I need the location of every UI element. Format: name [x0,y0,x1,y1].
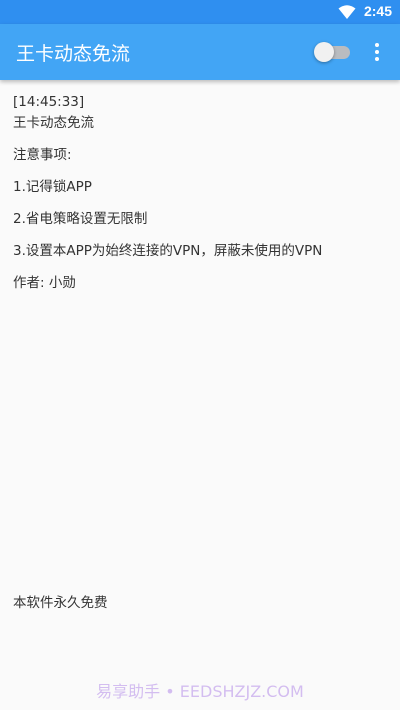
note-3: 3.设置本APP为始终连接的VPN，屏蔽未使用的VPN [13,243,323,259]
status-bar: 2:45 [0,0,400,24]
author-line: 作者: 小勋 [13,275,76,291]
more-vert-icon[interactable] [366,40,388,64]
log-timestamp: [14:45:33] [13,94,85,110]
vpn-toggle[interactable] [314,41,352,63]
app-bar: 王卡动态免流 [0,24,400,80]
notice-heading: 注意事项: [13,147,72,163]
note-1: 1.记得锁APP [13,179,92,195]
log-app-name: 王卡动态免流 [13,115,94,131]
wifi-icon [338,5,356,19]
toggle-thumb [314,42,334,62]
watermark: 易享助手 • EEDSHZJZ.COM [96,682,304,701]
status-time: 2:45 [363,3,392,19]
app-title: 王卡动态免流 [16,43,131,65]
free-notice: 本软件永久免费 [13,595,108,611]
note-2: 2.省电策略设置无限制 [13,211,148,227]
